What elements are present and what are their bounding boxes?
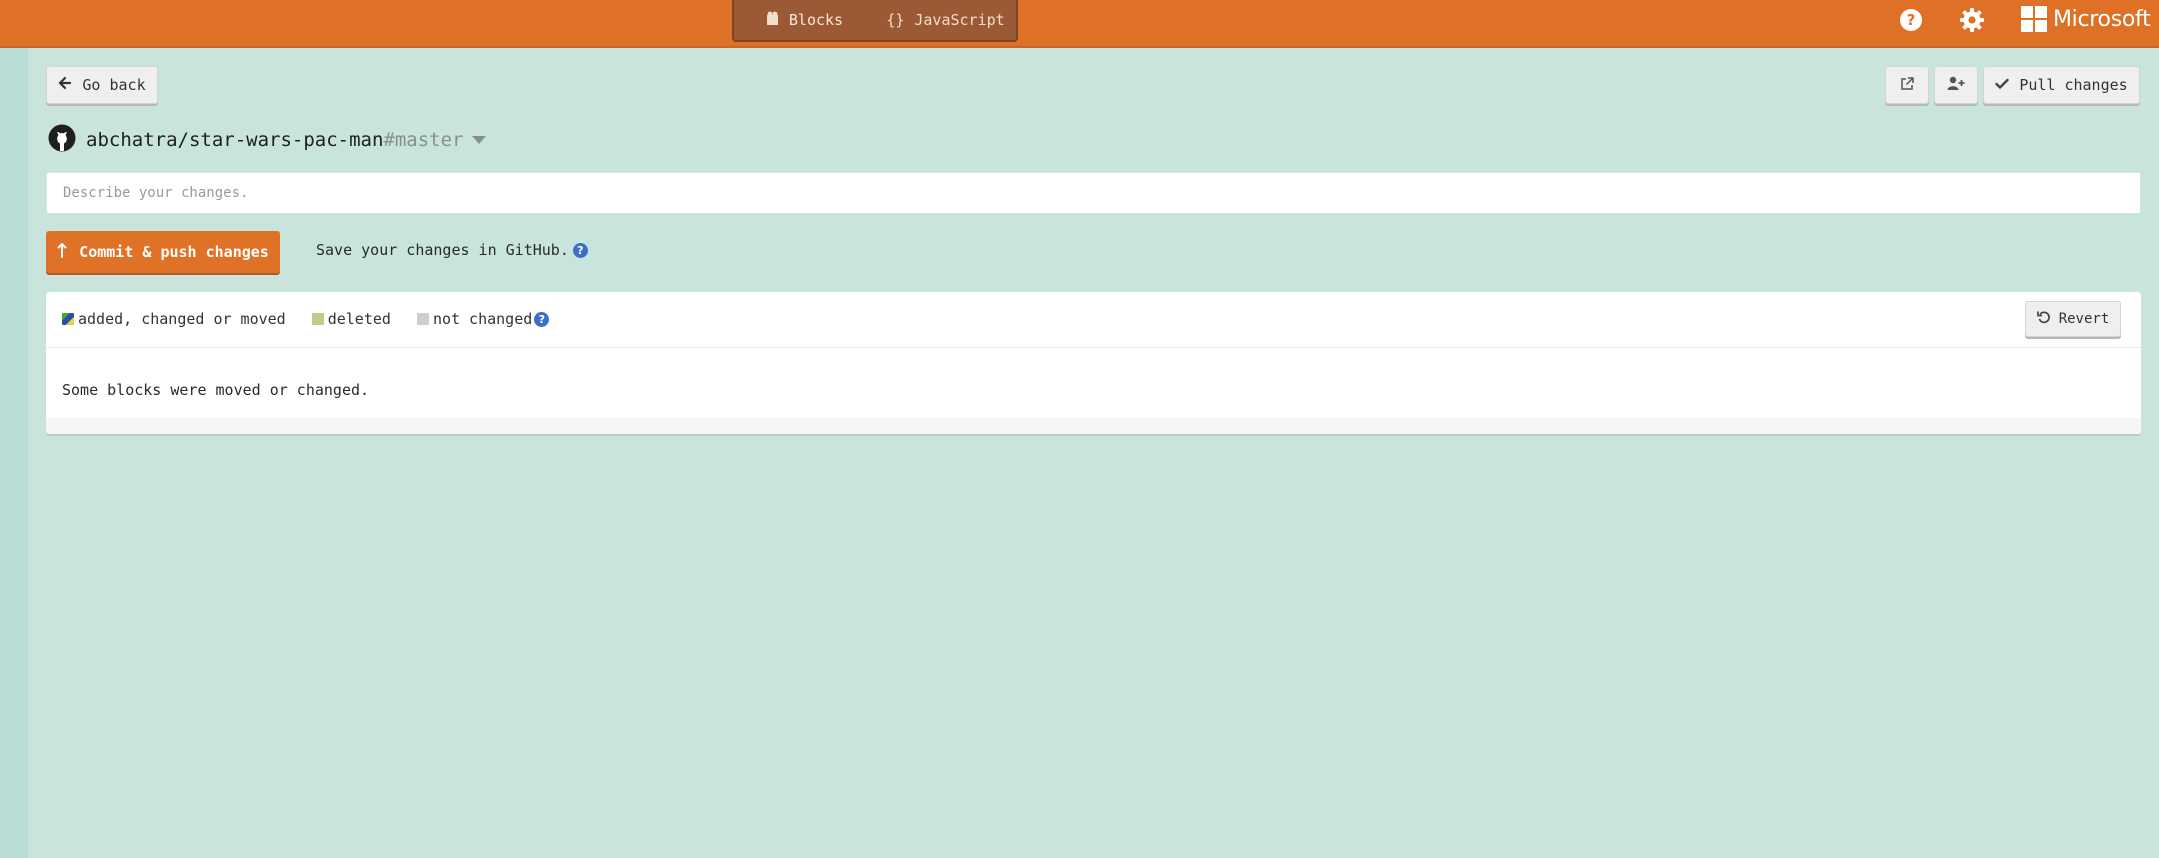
editor-toggle: Blocks {} JavaScript [732,0,1018,42]
puzzle-icon [766,11,779,30]
braces-icon: {} [886,11,905,29]
revert-label: Revert [2058,311,2110,327]
open-external-button[interactable] [1885,66,1929,104]
commit-push-label: Commit & push changes [79,243,269,261]
blocks-tab-label: Blocks [788,11,844,29]
legend-unchanged: not changed ? [416,310,550,328]
added-swatch-icon [62,313,74,325]
arrow-left-icon [58,76,72,94]
caret-down-icon[interactable] [471,136,486,144]
go-back-label: Go back [82,76,146,94]
legend-deleted-label: deleted [327,310,391,328]
diff-status-text: Some blocks were moved or changed. [62,381,370,399]
github-icon [48,124,76,156]
question-circle-icon[interactable]: ? [572,242,588,258]
check-icon [1995,76,2010,94]
external-link-icon [1900,76,1915,95]
undo-icon [2036,310,2051,328]
legend-added-label: added, changed or moved [78,310,286,328]
panel-footer [46,418,2141,434]
diff-legend: added, changed or moved deleted not chan… [62,310,550,328]
svg-text:?: ? [1907,11,1916,29]
legend-deleted: deleted [311,310,391,328]
javascript-tab-label: JavaScript [914,11,1005,29]
legend-added: added, changed or moved [62,310,286,328]
diff-panel: added, changed or moved deleted not chan… [46,292,2141,434]
repo-name: abchatra/star-wars-pac-man [86,129,384,151]
left-rail [0,48,28,858]
repo-header: abchatra/star-wars-pac-man #master [48,124,486,156]
legend-unchanged-label: not changed [432,310,533,328]
deleted-swatch-icon [311,313,324,325]
branch-name[interactable]: #master [383,129,463,151]
save-hint-text: Save your changes in GitHub. [316,241,569,259]
pull-changes-button[interactable]: Pull changes [1983,66,2140,104]
gear-icon[interactable] [1955,3,1989,37]
unchanged-swatch-icon [416,313,429,325]
javascript-tab[interactable]: {} JavaScript [875,0,1016,40]
commit-message-input[interactable] [46,172,2141,214]
user-plus-icon [1947,76,1965,95]
diff-legend-row: added, changed or moved deleted not chan… [46,292,2141,348]
microsoft-brand-text: Microsoft [2053,6,2151,32]
blocks-tab[interactable]: Blocks [734,0,875,40]
add-collaborator-button[interactable] [1934,66,1978,104]
save-hint: Save your changes in GitHub. ? [316,241,588,259]
commit-push-button[interactable]: Commit & push changes [46,231,280,273]
top-menu-bar: Blocks {} JavaScript ? Microsoft [0,0,2159,48]
question-circle-icon[interactable]: ? [534,311,550,327]
microsoft-logo[interactable]: Microsoft [2021,3,2151,35]
arrow-up-icon [57,242,67,262]
windows-logo-icon [2021,6,2047,32]
pull-changes-label: Pull changes [2019,76,2128,94]
help-icon[interactable]: ? [1894,3,1928,37]
go-back-button[interactable]: Go back [46,66,158,104]
revert-button[interactable]: Revert [2025,301,2121,337]
